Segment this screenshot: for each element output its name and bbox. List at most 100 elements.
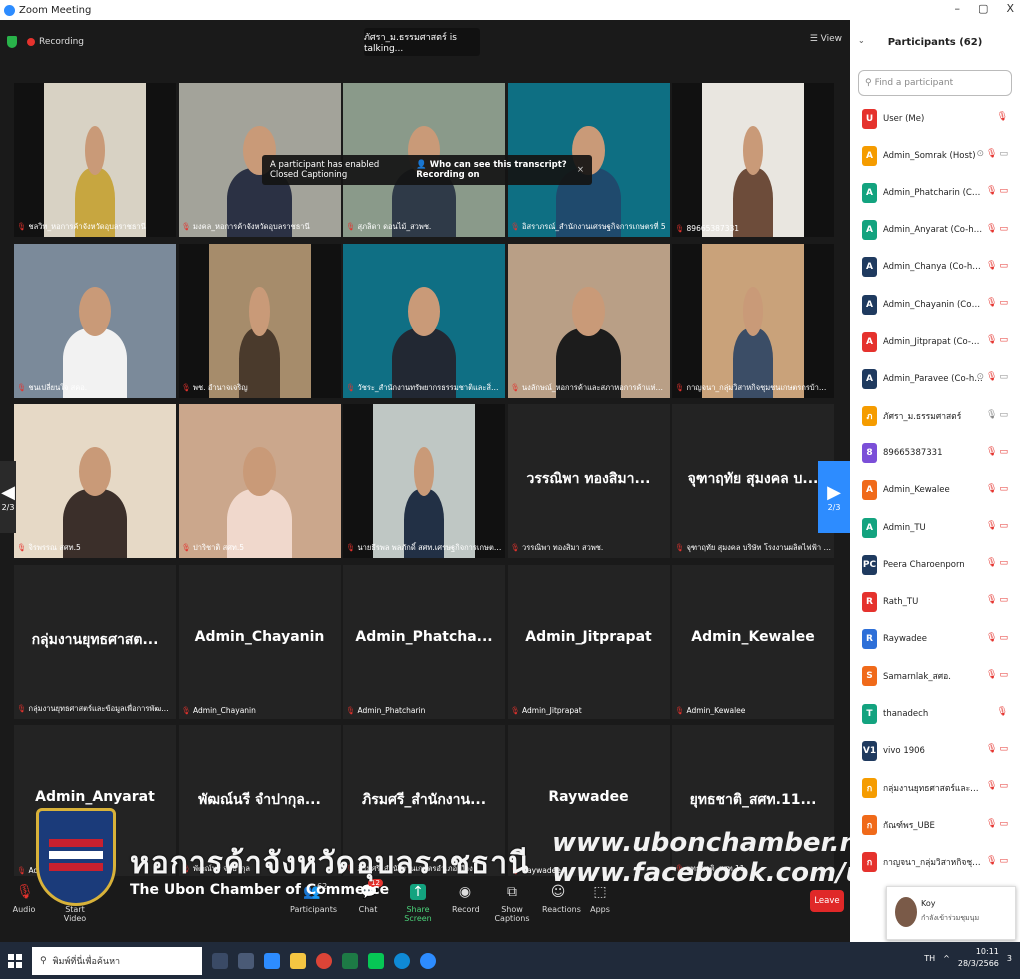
task-view-icon[interactable] xyxy=(212,952,228,969)
participant-row[interactable]: PC Peera Charoenporn 🎙▭ xyxy=(850,546,1020,583)
microphone-muted-icon: 🎙 xyxy=(986,558,1000,569)
participant-row[interactable]: R Rath_TU 🎙▭ xyxy=(850,583,1020,620)
join-notification-toast[interactable]: Koy กำลังเข้าร่วมชุมนุม xyxy=(886,886,1016,940)
video-tile[interactable]: 🎙 จิรพรรณ สศท.5 xyxy=(14,404,176,558)
next-page-button[interactable]: ▶ 2/3 xyxy=(818,461,850,533)
store-icon[interactable] xyxy=(264,952,280,969)
video-tile[interactable]: 🎙 ปาริชาติ สศท.5 xyxy=(178,404,341,558)
security-shield-icon[interactable] xyxy=(7,36,17,48)
microphone-muted-icon: 🎙 xyxy=(17,543,27,552)
chrome-icon[interactable] xyxy=(316,952,332,969)
participant-row[interactable]: Tthanadech 🎙 xyxy=(850,695,1020,732)
clock[interactable]: 10:11 28/3/2566 xyxy=(958,946,999,970)
video-tile[interactable]: 🎙วัชระ_สำนักงานทรัพยากรธรรมชาติและสิ่งแว… xyxy=(343,243,505,398)
video-tile[interactable]: Admin_Phatcha... 🎙 Admin_Phatcharin xyxy=(343,564,505,719)
leave-button[interactable]: Leave xyxy=(810,890,844,912)
video-tile[interactable]: 🎙นงลักษณ์_หอการค้าและสภาหอการค้าแห่งประเ… xyxy=(507,243,670,398)
video-tile[interactable]: วรรณิพา ทองสิมา... 🎙 วรรณิพา ทองสิมา สวพช. xyxy=(507,404,670,558)
video-tile[interactable]: ภิรมศรี_สำนักงาน... 🎙 ภิรมศรี_สำนักงานเกษต… xyxy=(343,725,505,879)
participant-row[interactable]: A Admin_Chanya (Co-host) 🎙▭ xyxy=(850,249,1020,286)
participant-row[interactable]: A Admin_Phatcharin (Co-host)🎙▭ xyxy=(850,174,1020,211)
microphone-muted-icon: 🎙 xyxy=(986,744,1000,755)
participant-row[interactable]: A Admin_Chayanin (Co-host)🎙▭ xyxy=(850,286,1020,323)
participant-row[interactable]: V1 vivo 1906 🎙▭ xyxy=(850,732,1020,769)
participant-search-input[interactable]: ⚲ Find a participant xyxy=(858,70,1012,96)
video-tile[interactable]: ยุทธชาติ_สศท.11... 🎙 ยุทธชาติ_สศท.11 xyxy=(672,725,834,879)
microphone-muted-icon: 🎙 xyxy=(986,186,1000,197)
prev-page-button[interactable]: ◀ 2/3 xyxy=(0,461,16,533)
language-indicator[interactable]: TH xyxy=(924,954,935,963)
participant-row[interactable]: ก กัณฑ์พร_UBE 🎙▭ xyxy=(850,807,1020,844)
participant-row[interactable]: A Admin_Somrak (Host) ⊙🎙▭ xyxy=(850,137,1020,174)
participant-row[interactable]: A Admin_Kewalee 🎙▭ xyxy=(850,472,1020,509)
participant-name-text: พช. อำนาจเจริญ xyxy=(193,382,248,392)
participant-name-label: 🎙 Admin_Chayanin xyxy=(182,706,338,715)
participant-row[interactable]: ก กลุ่มงานยุทธศาสตร์และข้อมูลเพื่อการ...🎙… xyxy=(850,769,1020,806)
reactions-button[interactable]: ☺ Reactions xyxy=(542,876,581,914)
video-tile[interactable]: จุฑาฤทัย สุมงคล บ... 🎙 จุฑาฤทัย สุมงคล บริ… xyxy=(672,404,834,558)
cc-question-link[interactable]: 👤 Who can see this transcript? Recording… xyxy=(416,160,577,180)
microphone-muted-icon: 🎙 xyxy=(510,866,521,875)
microphone-muted-icon: 🎙 xyxy=(346,705,356,715)
minimize-button[interactable]: – xyxy=(955,2,961,15)
taskbar-search-input[interactable]: ⚲ พิมพ์ที่นี่เพื่อค้นหา xyxy=(32,946,202,975)
file-explorer-icon[interactable] xyxy=(290,952,306,969)
participant-name: thanadech xyxy=(883,708,929,719)
video-tile[interactable]: 🎙 พช. อำนาจเจริญ xyxy=(178,243,341,398)
notification-badge[interactable]: 3 xyxy=(1007,954,1012,963)
camera-icon: ▭ xyxy=(999,149,1010,160)
participant-row[interactable]: A Admin_TU 🎙▭ xyxy=(850,509,1020,546)
video-tile[interactable]: Raywadee 🎙 Raywadee xyxy=(507,725,670,879)
excel-icon[interactable] xyxy=(342,952,358,969)
participant-row[interactable]: U User (Me) 🎙 xyxy=(850,100,1020,137)
zoom-icon[interactable] xyxy=(420,952,436,969)
participant-row[interactable]: A Admin_Anyarat (Co-host) 🎙▭ xyxy=(850,212,1020,249)
participants-label: Participants xyxy=(290,905,337,914)
video-tile[interactable]: 🎙 นายธีรพล พลภักดิ์ สศท.เศรษฐกิจการเกษตรท… xyxy=(343,404,505,558)
windows-start-icon[interactable] xyxy=(8,953,22,968)
show-captions-button[interactable]: ⧉ Show Captions xyxy=(490,876,534,923)
record-button[interactable]: ◉ Record xyxy=(452,876,480,914)
calculator-icon[interactable] xyxy=(238,952,254,969)
audio-button[interactable]: 🎙 Audio xyxy=(10,876,38,914)
microphone-muted-icon: 🎙 xyxy=(346,382,356,392)
participant-row[interactable]: ภ ภัศรา_ม.ธรรมศาสตร์ 🎙▭ xyxy=(850,398,1020,435)
video-tile[interactable]: Admin_Kewalee 🎙 Admin_Kewalee xyxy=(672,564,834,719)
participant-row[interactable]: 8 89665387331 🎙▭ xyxy=(850,435,1020,472)
chevron-up-icon[interactable]: ^ xyxy=(943,954,950,963)
apps-button[interactable]: ⬚ Apps xyxy=(588,876,612,914)
participant-row[interactable]: A Admin_Paravee (Co-host) ⊙🎙▭ xyxy=(850,360,1020,397)
video-tile[interactable]: 🎙 89665387331 xyxy=(672,83,834,237)
close-button[interactable]: X xyxy=(1006,2,1014,15)
video-tile[interactable]: Admin_Chayanin 🎙 Admin_Chayanin xyxy=(178,564,341,719)
participant-status-icons: 🎙▭ xyxy=(986,447,1010,457)
maximize-button[interactable]: ▢ xyxy=(978,2,988,15)
video-tile[interactable]: 🎙 ชลวิท_หอการค้าจังหวัดอุบลราชธานี xyxy=(14,83,176,237)
video-off-icon: ▭ xyxy=(999,260,1010,271)
chevron-down-icon[interactable]: ⌄ xyxy=(858,36,865,45)
microphone-muted-icon: 🎙 xyxy=(675,705,685,715)
participant-row[interactable]: ก กาญจนา_กลุ่มวิสาหกิจชุมชนเกษตร...🎙▭ xyxy=(850,844,1020,881)
participant-status-icons: ⊙🎙▭ xyxy=(977,149,1011,159)
video-tile[interactable]: กลุ่มงานยุทธศาสต... 🎙 กลุ่มงานยุทธศาสตร์แล… xyxy=(14,564,176,719)
microphone-muted-icon: 🎙 xyxy=(986,372,1000,383)
video-tile[interactable]: Admin_Jitprapat 🎙 Admin_Jitprapat xyxy=(507,564,670,719)
participant-row[interactable]: A Admin_Jitprapat (Co-host) 🎙▭ xyxy=(850,323,1020,360)
edge-icon[interactable] xyxy=(394,952,410,969)
video-tile[interactable]: 🎙 ชนเปลี่ยนใจ สคอ. xyxy=(14,243,176,398)
video-tile[interactable]: พัฒณ์นรี จำปากุล... 🎙 พัฒณ์นรี จำปากุล xyxy=(178,725,341,879)
participant-video xyxy=(507,243,670,398)
share-screen-button[interactable]: ↑ Share Screen xyxy=(398,876,438,923)
view-button[interactable]: ☰ View xyxy=(810,34,842,44)
microphone-muted-icon: 🎙 xyxy=(986,446,1000,457)
video-tile[interactable]: 🎙กาญจนา_กลุ่มวิสาหกิจชุมชนเกษตรกรบ้านกรอ… xyxy=(672,243,834,398)
start-video-button[interactable]: ◙ Start Video xyxy=(55,876,95,923)
participant-row[interactable]: S Samarnlak_สศอ. 🎙▭ xyxy=(850,658,1020,695)
participant-row[interactable]: R Raywadee 🎙▭ xyxy=(850,621,1020,658)
video-tile[interactable]: Admin_Anyarat 🎙 Admin_Anyarat xyxy=(14,725,176,879)
participant-name-text: ภิรมศรี_สำนักงานเกษตรอำเภอเมือง xyxy=(357,864,473,873)
cc-close-icon[interactable]: × xyxy=(577,165,584,175)
recording-label[interactable]: Recording xyxy=(39,37,84,47)
line-icon[interactable] xyxy=(368,952,384,969)
chevron-left-icon: ◀ xyxy=(1,482,15,503)
